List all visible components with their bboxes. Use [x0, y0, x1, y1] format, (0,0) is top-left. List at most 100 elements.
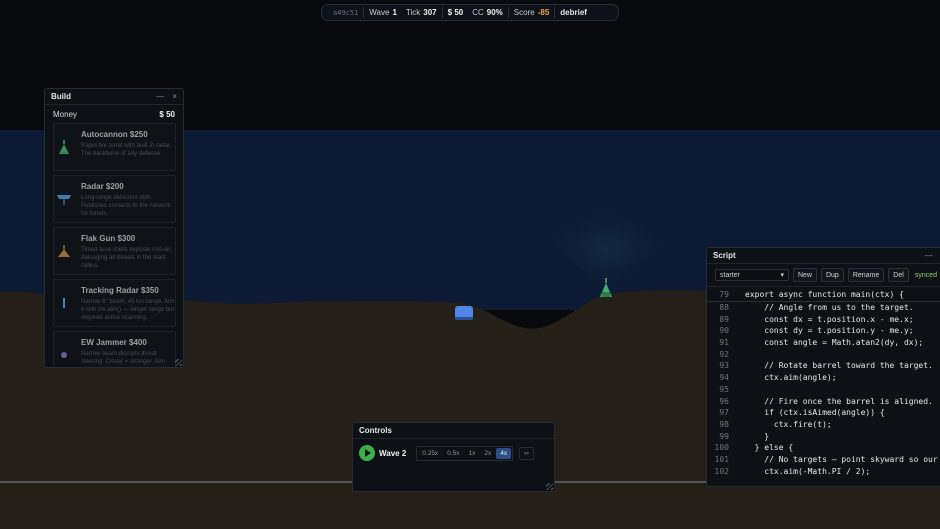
script-panel: Script — starter ▾ New Dup Rename Del sy…	[706, 247, 940, 487]
line-number: 90	[719, 326, 729, 336]
code-text: // Rotate barrel toward the target.	[745, 361, 933, 371]
money-row: Money $ 50	[45, 105, 183, 123]
dup-button[interactable]: Dup	[820, 268, 844, 282]
code-text: }	[745, 431, 770, 441]
script-select[interactable]: starter ▾	[715, 269, 789, 281]
new-button[interactable]: New	[792, 268, 817, 282]
line-number: 97	[719, 408, 729, 418]
jammer-icon	[61, 352, 67, 358]
hud-money: $ 50	[447, 8, 464, 17]
line-number: 88	[719, 303, 729, 313]
resize-handle[interactable]	[175, 359, 182, 366]
script-panel-header[interactable]: Script —	[707, 248, 940, 264]
tick-label: Tick	[405, 8, 421, 17]
code-line: 98 ctx.fire(t);	[707, 419, 940, 431]
code-line: 90 const dy = t.position.y - me.y;	[707, 325, 940, 337]
wave-label: Wave	[369, 8, 390, 17]
line-number: 92	[719, 349, 729, 359]
next-wave-label: Wave 2	[379, 448, 407, 458]
code-line: 88 // Angle from us to the target.	[707, 302, 940, 314]
code-text: const angle = Math.atan2(dy, dx);	[745, 338, 924, 348]
line-number: 94	[719, 373, 729, 383]
script-select-value: starter	[720, 271, 740, 279]
cc-value: 90%	[486, 8, 503, 17]
controls-panel-header[interactable]: Controls	[353, 423, 554, 439]
code-line: 97 if (ctx.isAimed(angle)) {	[707, 407, 940, 419]
code-editor[interactable]: 79 export async function main(ctx) { 88 //…	[707, 286, 940, 477]
controls-panel: Controls Wave 2 0.25x 0.5x 1x 2x 4x ∞	[352, 422, 555, 492]
code-line: 93 // Rotate barrel toward the target.	[707, 360, 940, 372]
speed-max-button[interactable]: ∞	[519, 446, 534, 460]
wave-value: 1	[392, 8, 397, 17]
tracking-radar-icon	[63, 298, 65, 308]
speed-button[interactable]: 2x	[480, 448, 495, 459]
build-panel-header[interactable]: Build — ×	[45, 89, 183, 105]
build-item-desc: Narrow 6° beam, 45 km range. Aim it with…	[81, 299, 175, 321]
code-line: 99 }	[707, 430, 940, 442]
build-item-name: Radar $200	[81, 182, 124, 191]
build-item-autocannon[interactable]: Autocannon $250 Rapid-fire turret with b…	[53, 123, 176, 171]
code-line: 101 // No targets — point skyward so our	[707, 454, 940, 466]
score-label: Score	[513, 8, 535, 17]
code-text: ctx.fire(t);	[745, 419, 832, 429]
code-text: if (ctx.isAimed(angle)) {	[745, 408, 885, 418]
line-number: 79	[719, 290, 729, 300]
script-panel-title: Script	[713, 251, 736, 260]
play-icon	[364, 449, 371, 457]
rename-button[interactable]: Rename	[847, 268, 885, 282]
synced-status: synced	[914, 271, 937, 279]
build-item-tracking-radar[interactable]: Tracking Radar $350 Narrow 6° beam, 45 k…	[53, 279, 176, 327]
speed-button[interactable]: 0.25x	[418, 448, 442, 459]
seed-value: a49c51	[333, 8, 359, 17]
code-text: } else {	[745, 443, 794, 453]
build-item-desc: Rapid-fire turret with built-in radar. T…	[81, 143, 172, 157]
build-item-name: Flak Gun $300	[81, 234, 136, 243]
code-text: export async function main(ctx) {	[745, 290, 904, 300]
speed-button[interactable]: 4x	[496, 447, 512, 459]
code-text: // Fire once the barrel is aligned.	[745, 396, 933, 406]
code-line: 89 const dx = t.position.x - me.x;	[707, 313, 940, 325]
build-item-flak-gun[interactable]: Flak Gun $300 Timed-fuse shells explode …	[53, 227, 176, 275]
code-line: 102 ctx.aim(-Math.PI / 2);	[707, 465, 940, 477]
build-item-radar[interactable]: Radar $200 Long-range detection dish. Pu…	[53, 175, 176, 223]
money-value: $ 50	[159, 110, 175, 119]
script-toolbar: starter ▾ New Dup Rename Del synced	[707, 264, 940, 286]
line-number: 89	[719, 314, 729, 324]
build-item-name: Autocannon $250	[81, 130, 148, 139]
flak-gun-icon	[58, 245, 70, 257]
controls-row: Wave 2 0.25x 0.5x 1x 2x 4x ∞	[353, 439, 554, 467]
build-item-name: EW Jammer $400	[81, 338, 147, 347]
build-item-desc: Timed-fuse shells explode mid-air, damag…	[81, 247, 172, 269]
minimize-button[interactable]: —	[156, 92, 164, 101]
build-panel: Build — × Money $ 50 Autocannon $250 Rap…	[44, 88, 184, 368]
line-number: 100	[714, 443, 729, 453]
build-item-desc: Narrow beam disrupts threat steering. Cl…	[81, 351, 165, 365]
code-line: 79 export async function main(ctx) {	[707, 289, 940, 302]
code-text: const dx = t.position.x - me.x;	[745, 314, 914, 324]
tick-value: 307	[423, 8, 437, 17]
close-button[interactable]: ×	[172, 92, 177, 101]
speed-button[interactable]: 0.5x	[443, 448, 463, 459]
controls-panel-title: Controls	[359, 426, 392, 435]
code-line: 100 } else {	[707, 442, 940, 454]
code-line: 95	[707, 384, 940, 396]
resize-handle[interactable]	[546, 483, 553, 490]
line-number: 102	[714, 466, 729, 476]
code-text: // No targets — point skyward so our	[745, 454, 938, 464]
debrief-button[interactable]: debrief	[560, 8, 587, 17]
speed-button[interactable]: 1x	[464, 448, 479, 459]
line-number: 96	[719, 396, 729, 406]
minimize-button[interactable]: —	[925, 251, 933, 260]
command-base[interactable]	[455, 306, 473, 320]
code-line: 92	[707, 348, 940, 360]
delete-button[interactable]: Del	[888, 268, 909, 282]
code-line: 96 // Fire once the barrel is aligned.	[707, 395, 940, 407]
code-text: ctx.aim(angle);	[745, 373, 837, 383]
code-text: ctx.aim(-Math.PI / 2);	[745, 466, 871, 476]
radar-dish-icon	[57, 195, 71, 205]
line-number: 91	[719, 338, 729, 348]
build-item-ew-jammer[interactable]: EW Jammer $400 Narrow beam disrupts thre…	[53, 331, 176, 367]
line-number: 93	[719, 361, 729, 371]
play-button[interactable]	[359, 445, 375, 461]
line-number: 95	[719, 384, 729, 394]
